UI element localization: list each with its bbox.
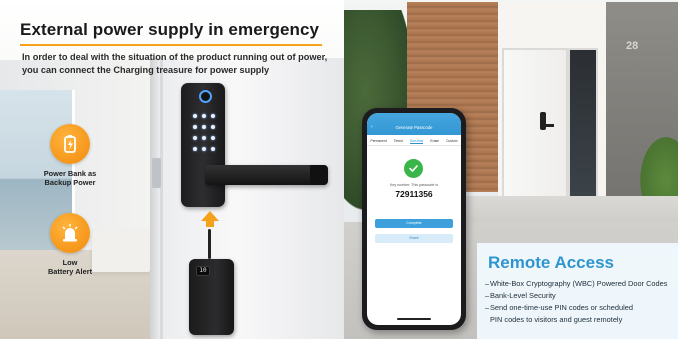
house-number: 28	[626, 40, 639, 52]
arrow-stem	[206, 220, 214, 227]
passcode-value: 72911356	[395, 189, 433, 199]
keypad-key	[202, 136, 206, 140]
badge-label-backup-power: Power Bank as Backup Power	[43, 169, 97, 187]
tab-permanent[interactable]: Permanent	[371, 139, 387, 143]
feature-text: Send one-time-use PIN codes or scheduled	[490, 303, 633, 312]
door-handle	[540, 124, 554, 127]
battery-plug-icon	[50, 124, 90, 164]
headline-underline	[20, 44, 322, 46]
keypad-key	[202, 147, 206, 151]
keypad-key	[193, 125, 197, 129]
phone-app-title: Generate Passcode	[395, 125, 433, 130]
tab-custom[interactable]: Custom	[446, 139, 457, 143]
power-bank-display: 10	[196, 266, 210, 276]
keypad-key	[193, 136, 197, 140]
door-strike-plate	[152, 158, 161, 188]
keypad-key	[202, 125, 206, 129]
feature-list: – White-Box Cryptography (WBC) Powered D…	[485, 278, 678, 326]
feature-item: – Send one-time-use PIN codes or schedul…	[485, 302, 678, 314]
success-check-icon	[404, 159, 423, 178]
fingerprint-sensor-icon	[199, 90, 212, 103]
headline: External power supply in emergency	[20, 20, 320, 39]
badge-label-low-battery: Low Battery Alert	[47, 258, 93, 276]
usb-cable	[208, 229, 211, 259]
phone-screen: ‹ Generate Passcode Permanent Timed One-…	[367, 113, 461, 325]
feature-item: – White-Box Cryptography (WBC) Powered D…	[485, 278, 678, 290]
feature-dash: –	[485, 291, 490, 300]
warning-light-icon	[50, 213, 90, 253]
feature-text: PIN codes to visitors and guest remotely	[490, 315, 623, 324]
tab-one-time[interactable]: One-time	[409, 139, 424, 144]
tab-timed[interactable]: Timed	[394, 139, 403, 143]
left-panel: External power supply in emergency In or…	[0, 0, 344, 339]
feature-item: – Bank-Level Security	[485, 290, 678, 302]
keypad-key	[202, 114, 206, 118]
feature-item: PIN codes to visitors and guest remotely	[485, 314, 678, 326]
lock-handle-end	[310, 165, 328, 185]
feature-dash: –	[485, 303, 490, 312]
lock-handle	[205, 165, 327, 185]
share-button[interactable]: Share	[375, 234, 453, 243]
keypad-key	[211, 114, 215, 118]
feature-text: Bank-Level Security	[490, 291, 556, 300]
keypad-key	[211, 136, 215, 140]
phone-app-header	[367, 113, 461, 135]
feature-dash: –	[485, 279, 490, 288]
complete-button[interactable]: Complete	[375, 219, 453, 228]
keypad-key	[211, 147, 215, 151]
door-smart-lock	[540, 112, 546, 130]
keypad-key	[193, 114, 197, 118]
passcode-label: Key number: This passcode is	[389, 183, 439, 187]
feature-text: White-Box Cryptography (WBC) Powered Doo…	[490, 279, 668, 288]
subtext: In order to deal with the situation of t…	[22, 52, 328, 75]
remote-access-title: Remote Access	[488, 253, 614, 272]
tab-erase[interactable]: Erase	[430, 139, 439, 143]
glass-side-panel	[568, 48, 598, 198]
keypad-key	[211, 125, 215, 129]
home-indicator	[397, 318, 431, 320]
passcode-type-tabs: Permanent Timed One-time Erase Custom	[367, 137, 461, 146]
entry-door	[502, 48, 568, 198]
keypad-key	[193, 147, 197, 151]
